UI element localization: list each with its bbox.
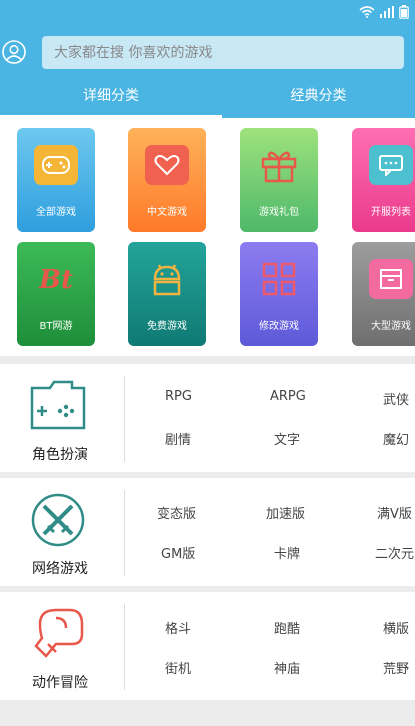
divider	[124, 376, 125, 462]
tag-arpg[interactable]: ARPG	[270, 389, 306, 404]
svg-text:Bt: Bt	[38, 265, 73, 295]
category-label: 全部游戏	[36, 207, 76, 218]
gamepad-icon	[34, 145, 78, 185]
search-input[interactable]	[54, 44, 404, 61]
category-tile-all-games[interactable]: 全部游戏	[17, 128, 95, 232]
crossed-swords-icon	[31, 493, 85, 547]
category-tile-large-games[interactable]: 大型游戏	[352, 242, 415, 346]
category-label: 中文游戏	[147, 207, 187, 218]
category-tile-gift-packs[interactable]: 游戏礼包	[240, 128, 318, 232]
tag-rpg[interactable]: RPG	[165, 389, 192, 404]
search-bar[interactable]	[42, 36, 404, 69]
battery-icon	[399, 5, 409, 19]
section-header[interactable]: 动作冒险	[0, 592, 124, 700]
status-bar	[359, 4, 409, 20]
header: 详细分类 经典分类	[0, 0, 415, 118]
category-grid: 全部游戏 中文游戏 游戏礼包 开服列表 Bt BT网游 免费游戏 修改游戏 大型…	[0, 118, 415, 356]
category-tile-modded-games[interactable]: 修改游戏	[240, 242, 318, 346]
signal-icon	[380, 6, 394, 18]
tag-arcade[interactable]: 街机	[165, 658, 191, 677]
tag-parkour[interactable]: 跑酷	[274, 618, 300, 637]
category-label: 修改游戏	[259, 321, 299, 332]
tag-max-vip-version[interactable]: 满V版	[377, 503, 412, 522]
category-label: 大型游戏	[371, 321, 411, 332]
tag-wuxia[interactable]: 武侠	[383, 389, 409, 408]
tag-fighting[interactable]: 格斗	[165, 618, 191, 637]
section-action-adventure: 动作冒险 格斗 跑酷 横版 街机 神庙 荒野	[0, 592, 415, 700]
category-label: 开服列表	[371, 207, 411, 218]
section-title: 动作冒险	[32, 675, 88, 691]
tag-speed-version[interactable]: 加速版	[266, 503, 305, 522]
category-tile-chinese-games[interactable]: 中文游戏	[128, 128, 206, 232]
tag-side-scroller[interactable]: 横版	[383, 618, 409, 637]
user-avatar-icon[interactable]	[2, 40, 26, 64]
tag-story[interactable]: 剧情	[165, 429, 191, 448]
category-tile-bt-online[interactable]: Bt BT网游	[17, 242, 95, 346]
message-icon	[369, 145, 413, 185]
tab-classic[interactable]: 经典分类	[222, 78, 415, 118]
category-label: 免费游戏	[147, 321, 187, 332]
section-header[interactable]: 角色扮演	[0, 364, 124, 472]
section-online-games: 网络游戏 变态版 加速版 满V版 GM版 卡牌 二次元	[0, 478, 415, 586]
section-title: 网络游戏	[32, 561, 88, 577]
android-icon	[145, 259, 189, 299]
boxing-glove-icon	[34, 608, 84, 658]
tag-gm-version[interactable]: GM版	[161, 543, 195, 562]
section-header[interactable]: 网络游戏	[0, 478, 124, 586]
tag-modified-version[interactable]: 变态版	[157, 503, 196, 522]
gift-icon	[257, 145, 301, 185]
divider	[124, 490, 125, 576]
bt-icon: Bt	[34, 259, 78, 299]
section-role-playing: 角色扮演 RPG ARPG 武侠 剧情 文字 魔幻	[0, 364, 415, 472]
tag-text[interactable]: 文字	[274, 429, 300, 448]
tag-fantasy[interactable]: 魔幻	[383, 429, 409, 448]
category-label: BT网游	[39, 321, 73, 332]
heart-icon	[145, 145, 189, 185]
tab-detailed[interactable]: 详细分类	[0, 78, 222, 118]
category-tile-server-list[interactable]: 开服列表	[352, 128, 415, 232]
tag-temple[interactable]: 神庙	[274, 658, 300, 677]
section-title: 角色扮演	[32, 447, 88, 463]
category-tile-free-games[interactable]: 免费游戏	[128, 242, 206, 346]
category-tabs: 详细分类 经典分类	[0, 78, 415, 118]
tag-anime[interactable]: 二次元	[375, 543, 414, 562]
box-icon	[369, 259, 413, 299]
tag-card[interactable]: 卡牌	[274, 543, 300, 562]
category-label: 游戏礼包	[259, 207, 299, 218]
grid-icon	[257, 259, 301, 299]
tag-wilderness[interactable]: 荒野	[383, 658, 409, 677]
folder-gamepad-icon	[30, 380, 86, 430]
wifi-icon	[359, 6, 375, 18]
divider	[124, 604, 125, 690]
